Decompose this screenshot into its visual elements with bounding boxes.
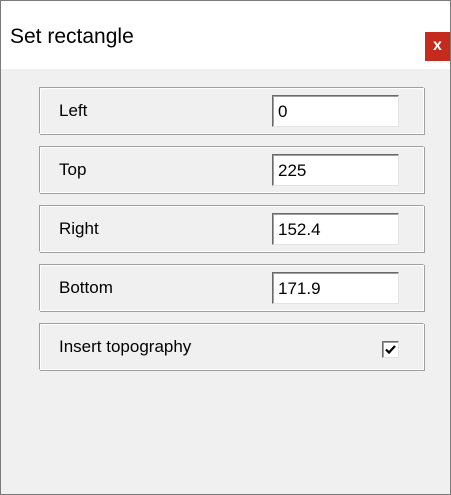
close-button[interactable]: x bbox=[425, 32, 450, 61]
left-input[interactable] bbox=[272, 95, 399, 127]
top-label: Top bbox=[59, 160, 87, 179]
right-input[interactable] bbox=[272, 213, 399, 245]
right-label: Right bbox=[59, 219, 99, 238]
top-row: Top bbox=[39, 146, 424, 193]
insert-topography-checkbox[interactable] bbox=[382, 341, 399, 358]
bottom-input[interactable] bbox=[272, 272, 399, 304]
dialog-title: Set rectangle bbox=[10, 25, 134, 48]
close-icon: x bbox=[433, 37, 442, 54]
insert-topography-label: Insert topography bbox=[59, 337, 192, 356]
set-rectangle-dialog: Set rectangle x Left Top Right Bottom In… bbox=[0, 0, 451, 495]
insert-topography-row[interactable]: Insert topography bbox=[39, 323, 424, 370]
bottom-row: Bottom bbox=[39, 264, 424, 311]
title-bar: Set rectangle x bbox=[1, 1, 450, 69]
right-row: Right bbox=[39, 205, 424, 252]
left-row: Left bbox=[39, 87, 424, 134]
left-label: Left bbox=[59, 101, 88, 120]
bottom-label: Bottom bbox=[59, 278, 113, 297]
checkmark-icon bbox=[385, 345, 396, 355]
top-input[interactable] bbox=[272, 154, 399, 186]
